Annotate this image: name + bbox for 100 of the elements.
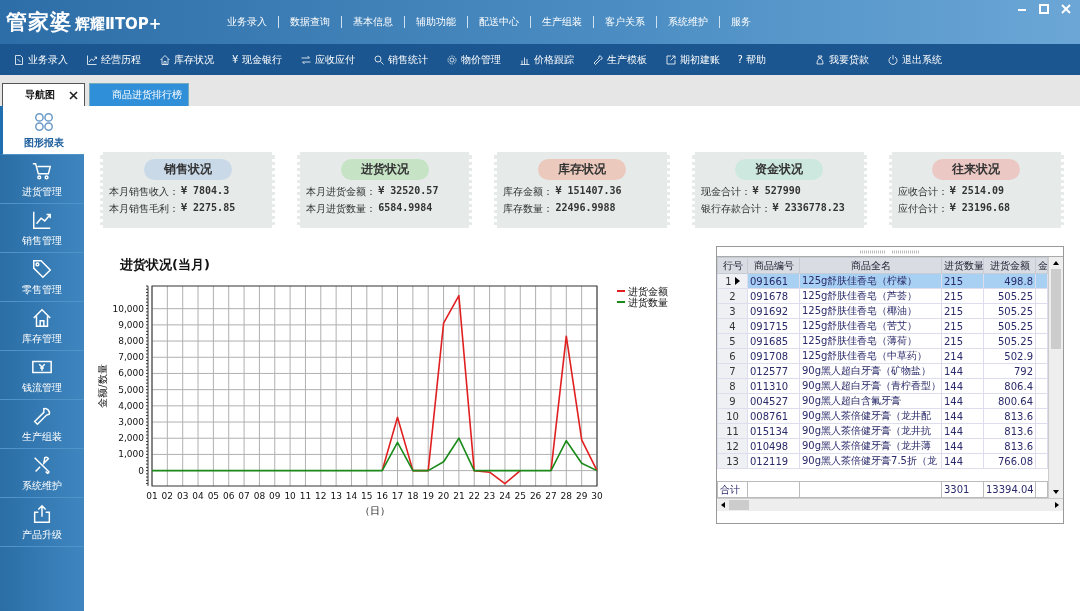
column-header[interactable]: 进货金额	[983, 257, 1036, 274]
stat-value: ¥ 2275.85	[181, 202, 236, 215]
x-tick-label: 09	[269, 491, 281, 501]
toolbar-button[interactable]: 我要贷款	[805, 52, 879, 67]
table-row[interactable]: 12 010498 90g黑人茶倍健牙膏（龙井薄 144 813.6	[717, 438, 1048, 454]
table-row[interactable]: 1 091661 125g舒肤佳香皂（柠檬） 215 498.8	[717, 273, 1048, 289]
toolbar-button[interactable]: 期初建账	[655, 52, 729, 67]
table-cell: 9	[729, 395, 736, 407]
toolbar-button[interactable]: ? 帮助	[728, 52, 776, 67]
row-pointer-icon	[734, 277, 740, 285]
toolbar-button[interactable]: 退出系统	[878, 52, 952, 67]
tools-icon	[31, 453, 53, 476]
x-tick-label: 14	[345, 491, 358, 501]
sidebar-item[interactable]: 产品升级	[0, 498, 84, 547]
card-title: 资金状况	[735, 159, 824, 180]
x-tick-label: 21	[453, 491, 465, 501]
table-cell: 215	[944, 305, 964, 317]
table-cell: 091692	[750, 305, 789, 317]
menu-item[interactable]: 客户关系	[594, 16, 657, 28]
table-row[interactable]: 13 012119 90g黑人茶倍健牙膏7.5折（龙 144 766.08	[717, 453, 1048, 469]
sidebar-item[interactable]: 库存管理	[0, 302, 84, 351]
table-row[interactable]: 3 091692 125g舒肤佳香皂（椰油） 215 505.25	[717, 303, 1048, 319]
x-tick-label: 11	[299, 491, 312, 501]
table-cell: 8	[729, 380, 736, 392]
edition-text: 辉耀ⅡTOP+	[75, 15, 162, 34]
table-row[interactable]: 9 004527 90g黑人超白含氟牙膏 144 800.64	[717, 393, 1048, 409]
vertical-scrollbar[interactable]	[1048, 257, 1063, 498]
tab[interactable]: 导航图	[2, 83, 85, 106]
toolbar-button[interactable]: 应收应付	[290, 52, 364, 67]
sidebar-item[interactable]: 图形报表	[0, 106, 84, 155]
table-cell: 813.6	[1004, 425, 1033, 437]
horizontal-scrollbar[interactable]	[717, 498, 1063, 511]
scrollbar-thumb[interactable]	[1051, 269, 1061, 349]
card-title: 往来状况	[932, 159, 1021, 180]
toolbar-button[interactable]: 价格跟踪	[509, 52, 583, 67]
table-row[interactable]: 6 091708 125g舒肤佳香皂（中草药） 214 502.9	[717, 348, 1048, 364]
column-header[interactable]: 行号	[717, 257, 748, 274]
sidebar-item[interactable]: 钱流管理	[0, 351, 84, 400]
toolbar-button[interactable]: 销售统计	[363, 52, 437, 67]
menu-item[interactable]: 生产组装	[531, 16, 594, 28]
column-header[interactable]: 商品编号	[747, 257, 800, 274]
table-row[interactable]: 8 011310 90g黑人超白牙膏（青柠香型） 144 806.4	[717, 378, 1048, 394]
table-row[interactable]: 5 091685 125g舒肤佳香皂（薄荷） 215 505.25	[717, 333, 1048, 349]
table-cell: 5	[729, 335, 736, 347]
stat-label: 应收合计：	[897, 185, 948, 199]
gear-icon	[445, 53, 458, 66]
sidebar-item[interactable]: 系统维护	[0, 449, 84, 498]
column-header[interactable]: 商品全名	[799, 257, 942, 274]
table-row[interactable]: 2 091678 125g舒肤佳香皂（芦荟） 215 505.25	[717, 288, 1048, 304]
toolbar-button[interactable]: 经营历程	[77, 52, 150, 67]
y-tick-label: 5,000	[118, 384, 144, 395]
sidebar-item[interactable]: 销售管理	[0, 204, 84, 253]
x-tick-label: 26	[529, 491, 542, 501]
x-tick-label: 10	[284, 491, 296, 501]
stat-value: 6584.9984	[378, 202, 433, 215]
y-tick-label: 4,000	[118, 400, 144, 411]
x-tick-label: 20	[437, 491, 450, 501]
y-tick-label: 7,000	[118, 352, 144, 363]
table-cell: 012577	[750, 365, 789, 377]
table-cell: 125g舒肤佳香皂（薄荷）	[802, 335, 918, 346]
table-cell: 012119	[750, 455, 789, 467]
menu-item[interactable]: 辅助功能	[405, 16, 468, 28]
y-tick-label: 2,000	[118, 433, 144, 444]
menu-item[interactable]: 配送中心	[468, 16, 531, 28]
table-row[interactable]: 10 008761 90g黑人茶倍健牙膏（龙井配 144 813.6	[717, 408, 1048, 424]
toolbar-button[interactable]: ¥ 现金银行	[223, 52, 291, 67]
stat-label: 本月销售毛利：	[109, 202, 179, 216]
sidebar-item[interactable]: 生产组装	[0, 400, 84, 449]
x-axis-label: （日）	[359, 505, 390, 516]
table-row[interactable]: 4 091715 125g舒肤佳香皂（苦艾） 215 505.25	[717, 318, 1048, 334]
scrollbar-thumb[interactable]	[729, 500, 749, 510]
close-icon[interactable]	[69, 90, 78, 100]
table-cell: 144	[944, 410, 964, 422]
grip-icon[interactable]	[860, 249, 920, 254]
table-cell: 13394.04	[986, 484, 1034, 495]
stat-value: ¥ 7804.3	[181, 185, 230, 198]
toolbar-button[interactable]: 库存状况	[150, 52, 223, 67]
stat-value: ¥ 23196.68	[949, 202, 1011, 215]
x-tick-label: 27	[545, 491, 557, 501]
table-cell: 502.9	[1004, 350, 1033, 362]
table-cell: 011310	[750, 380, 789, 392]
toolbar-button[interactable]: 业务录入	[4, 52, 77, 67]
menu-item[interactable]: 数据查询	[279, 16, 342, 28]
toolbar-button[interactable]: 物价管理	[436, 52, 510, 67]
y-tick-label: 6,000	[118, 368, 144, 379]
table-cell: 766.08	[998, 455, 1033, 467]
toolbar-button[interactable]: 生产模板	[582, 52, 656, 67]
maximize-icon[interactable]	[1038, 3, 1050, 15]
stat-value: ¥ 2336778.23	[772, 202, 845, 215]
table-row[interactable]: 11 015134 90g黑人茶倍健牙膏（龙井抗 144 813.6	[717, 423, 1048, 439]
table-row[interactable]: 7 012577 90g黑人超白牙膏（矿物盐） 144 792	[717, 363, 1048, 379]
menu-item[interactable]: 业务录入	[216, 16, 279, 28]
y-axis-label: 金额/数量	[97, 364, 108, 408]
card-title: 库存状况	[538, 159, 626, 180]
sidebar-item[interactable]: 进货管理	[0, 155, 84, 204]
menu-item[interactable]: 基本信息	[342, 16, 405, 28]
stat-label: 本月进货数量：	[306, 202, 377, 216]
sidebar-item[interactable]: 零售管理	[0, 253, 84, 302]
table-cell: 90g黑人超白含氟牙膏	[802, 395, 902, 406]
y-tick-label: 9,000	[118, 319, 144, 330]
